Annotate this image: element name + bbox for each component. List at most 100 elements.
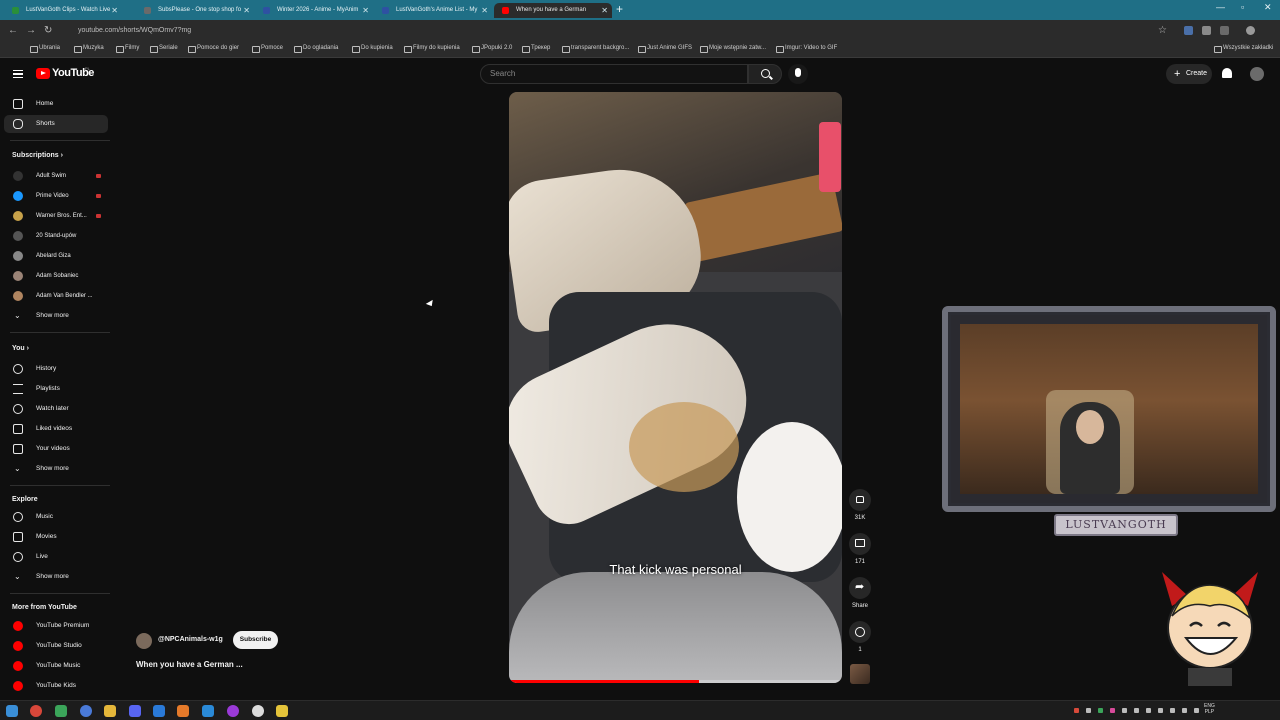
sidebar-item-20-stand-upow[interactable]: 20 Stand-upów [4,227,108,245]
bookmark-item[interactable]: Just Anime GIFS [638,45,692,53]
browser-tab[interactable]: Winter 2026 - Anime - MyAnim ✕ [255,3,373,18]
bookmark-item[interactable]: Muzyka [74,45,104,53]
sidebar-item-abelard-giza[interactable]: Abelard Giza [4,247,108,265]
share-button[interactable]: ➦ Share [848,577,872,609]
sidebar-item-prime-video[interactable]: Prime Video [4,187,108,205]
bookmark-star-icon[interactable]: ☆ [1158,25,1167,36]
video-progress-bar[interactable] [509,680,842,683]
new-tab-icon[interactable]: + [616,2,623,16]
browser-tab-active[interactable]: When you have a German ✕ [494,3,612,18]
profile-icon[interactable] [1246,26,1255,35]
sidebar-item-adam-van-bendler[interactable]: Adam Van Bendler ... [4,287,108,305]
subscribe-button[interactable]: Subscribe [233,631,278,649]
bookmark-item[interactable]: Pomoce do gier [188,45,239,53]
sidebar-item-home[interactable]: Home [4,95,108,113]
show-more-you[interactable]: ⌄ Show more [4,460,108,478]
telegram-icon[interactable] [202,705,214,717]
channel-avatar[interactable] [136,633,152,649]
like-button[interactable]: 31K [848,489,872,521]
browser-tab[interactable]: LustVanGoth's Anime List - My ✕ [374,3,492,18]
bookmark-item[interactable]: JPopuki 2.0 [472,45,512,53]
app-icon[interactable] [104,705,116,717]
file-explorer-icon[interactable] [276,705,288,717]
extension-icon[interactable] [1220,26,1229,35]
comments-button[interactable]: 171 [848,533,872,565]
bookmark-item[interactable]: Filmy do kupienia [404,45,460,53]
sound-thumbnail[interactable] [850,664,870,684]
search-input[interactable]: Search [480,64,748,84]
you-heading[interactable]: You › [12,345,29,352]
tray-icon[interactable] [1098,708,1103,713]
search-button[interactable] [748,64,782,84]
app-icon[interactable] [80,705,92,717]
reload-icon[interactable]: ↻ [44,25,52,36]
language-indicator[interactable]: ENG PLP [1204,703,1215,715]
close-window-icon[interactable]: ✕ [1264,2,1272,13]
vlc-icon[interactable] [177,705,189,717]
sidebar-item-youtube-premium[interactable]: YouTube Premium [4,617,108,635]
url-field[interactable]: youtube.com/shorts/WQmOmv7?mg [64,24,1134,38]
network-icon[interactable] [1146,708,1151,713]
bookmark-item[interactable]: Ubrania [30,45,60,53]
close-icon[interactable]: ✕ [243,3,250,18]
tray-icon[interactable] [1194,708,1199,713]
sidebar-item-music[interactable]: Music [4,508,108,526]
minimize-icon[interactable]: — [1216,2,1225,12]
obs-icon[interactable] [227,705,239,717]
sidebar-item-your-videos[interactable]: Your videos [4,440,108,458]
sidebar-item-youtube-studio[interactable]: YouTube Studio [4,637,108,655]
bookmark-item[interactable]: Do ogladania [294,45,338,53]
sidebar-item-youtube-kids[interactable]: YouTube Kids [4,677,108,695]
notifications-bell-icon[interactable] [1222,68,1232,78]
back-icon[interactable]: ← [8,25,18,36]
extension-icon[interactable] [1202,26,1211,35]
volume-icon[interactable] [1158,708,1163,713]
close-icon[interactable]: ✕ [111,3,118,18]
bookmark-item[interactable]: Трекер [522,45,550,53]
hamburger-menu-icon[interactable] [13,70,23,78]
close-icon[interactable]: ✕ [601,3,608,18]
extension-icon[interactable] [1184,26,1193,35]
discord-icon[interactable] [129,705,141,717]
bookmark-item[interactable]: Filmy [116,45,139,53]
bookmark-item[interactable]: Moje wstępnie zatw... [700,45,766,53]
sidebar-item-history[interactable]: History [4,360,108,378]
sidebar-item-watch-later[interactable]: Watch later [4,400,108,418]
show-more-subscriptions[interactable]: ⌄ Show more [4,307,108,325]
sidebar-item-youtube-music[interactable]: YouTube Music [4,657,108,675]
bookmark-item[interactable]: Pomoce [252,45,283,53]
tray-icon[interactable] [1170,708,1175,713]
chrome-icon[interactable] [30,705,42,717]
channel-name[interactable]: @NPCAnimals-w1g [158,636,223,643]
forward-icon[interactable]: → [26,25,36,36]
close-icon[interactable]: ✕ [481,3,488,18]
short-title[interactable]: When you have a German ... [136,660,243,669]
youtube-logo-icon[interactable] [36,68,50,79]
sidebar-item-playlists[interactable]: Playlists [4,380,108,398]
app-icon[interactable] [252,705,264,717]
tray-icon[interactable] [1182,708,1187,713]
sidebar-item-warner-bros[interactable]: Warner Bros. Ent... [4,207,108,225]
sidebar-item-movies[interactable]: Movies [4,528,108,546]
microphone-tray-icon[interactable] [1134,708,1139,713]
sidebar-item-adult-swim[interactable]: Adult Swim [4,167,108,185]
maximize-icon[interactable]: ▫ [1241,2,1244,12]
bookmark-item[interactable]: Imgur: Video to GIF [776,45,837,53]
voice-search-button[interactable] [788,64,808,84]
account-avatar[interactable] [1250,67,1264,81]
sidebar-item-liked-videos[interactable]: Liked videos [4,420,108,438]
app-icon[interactable] [55,705,67,717]
all-bookmarks[interactable]: Wszystkie zakładki [1214,45,1273,53]
sidebar-item-adam-sobaniec[interactable]: Adam Sobaniec [4,267,108,285]
create-button[interactable]: + Create [1166,64,1212,84]
browser-tab[interactable]: SubsPlease - One stop shop fo ✕ [136,3,254,18]
start-icon[interactable] [6,705,18,717]
short-video-player[interactable]: That kick was personal [509,92,842,683]
sidebar-item-shorts[interactable]: Shorts [4,115,108,133]
bookmark-item[interactable]: Seriale [150,45,178,53]
sidebar-item-live[interactable]: Live [4,548,108,566]
tray-icon[interactable] [1074,708,1079,713]
bookmark-item[interactable]: transparent backgro... [562,45,629,53]
tray-icon[interactable] [1110,708,1115,713]
show-more-explore[interactable]: ⌄ Show more [4,568,108,586]
